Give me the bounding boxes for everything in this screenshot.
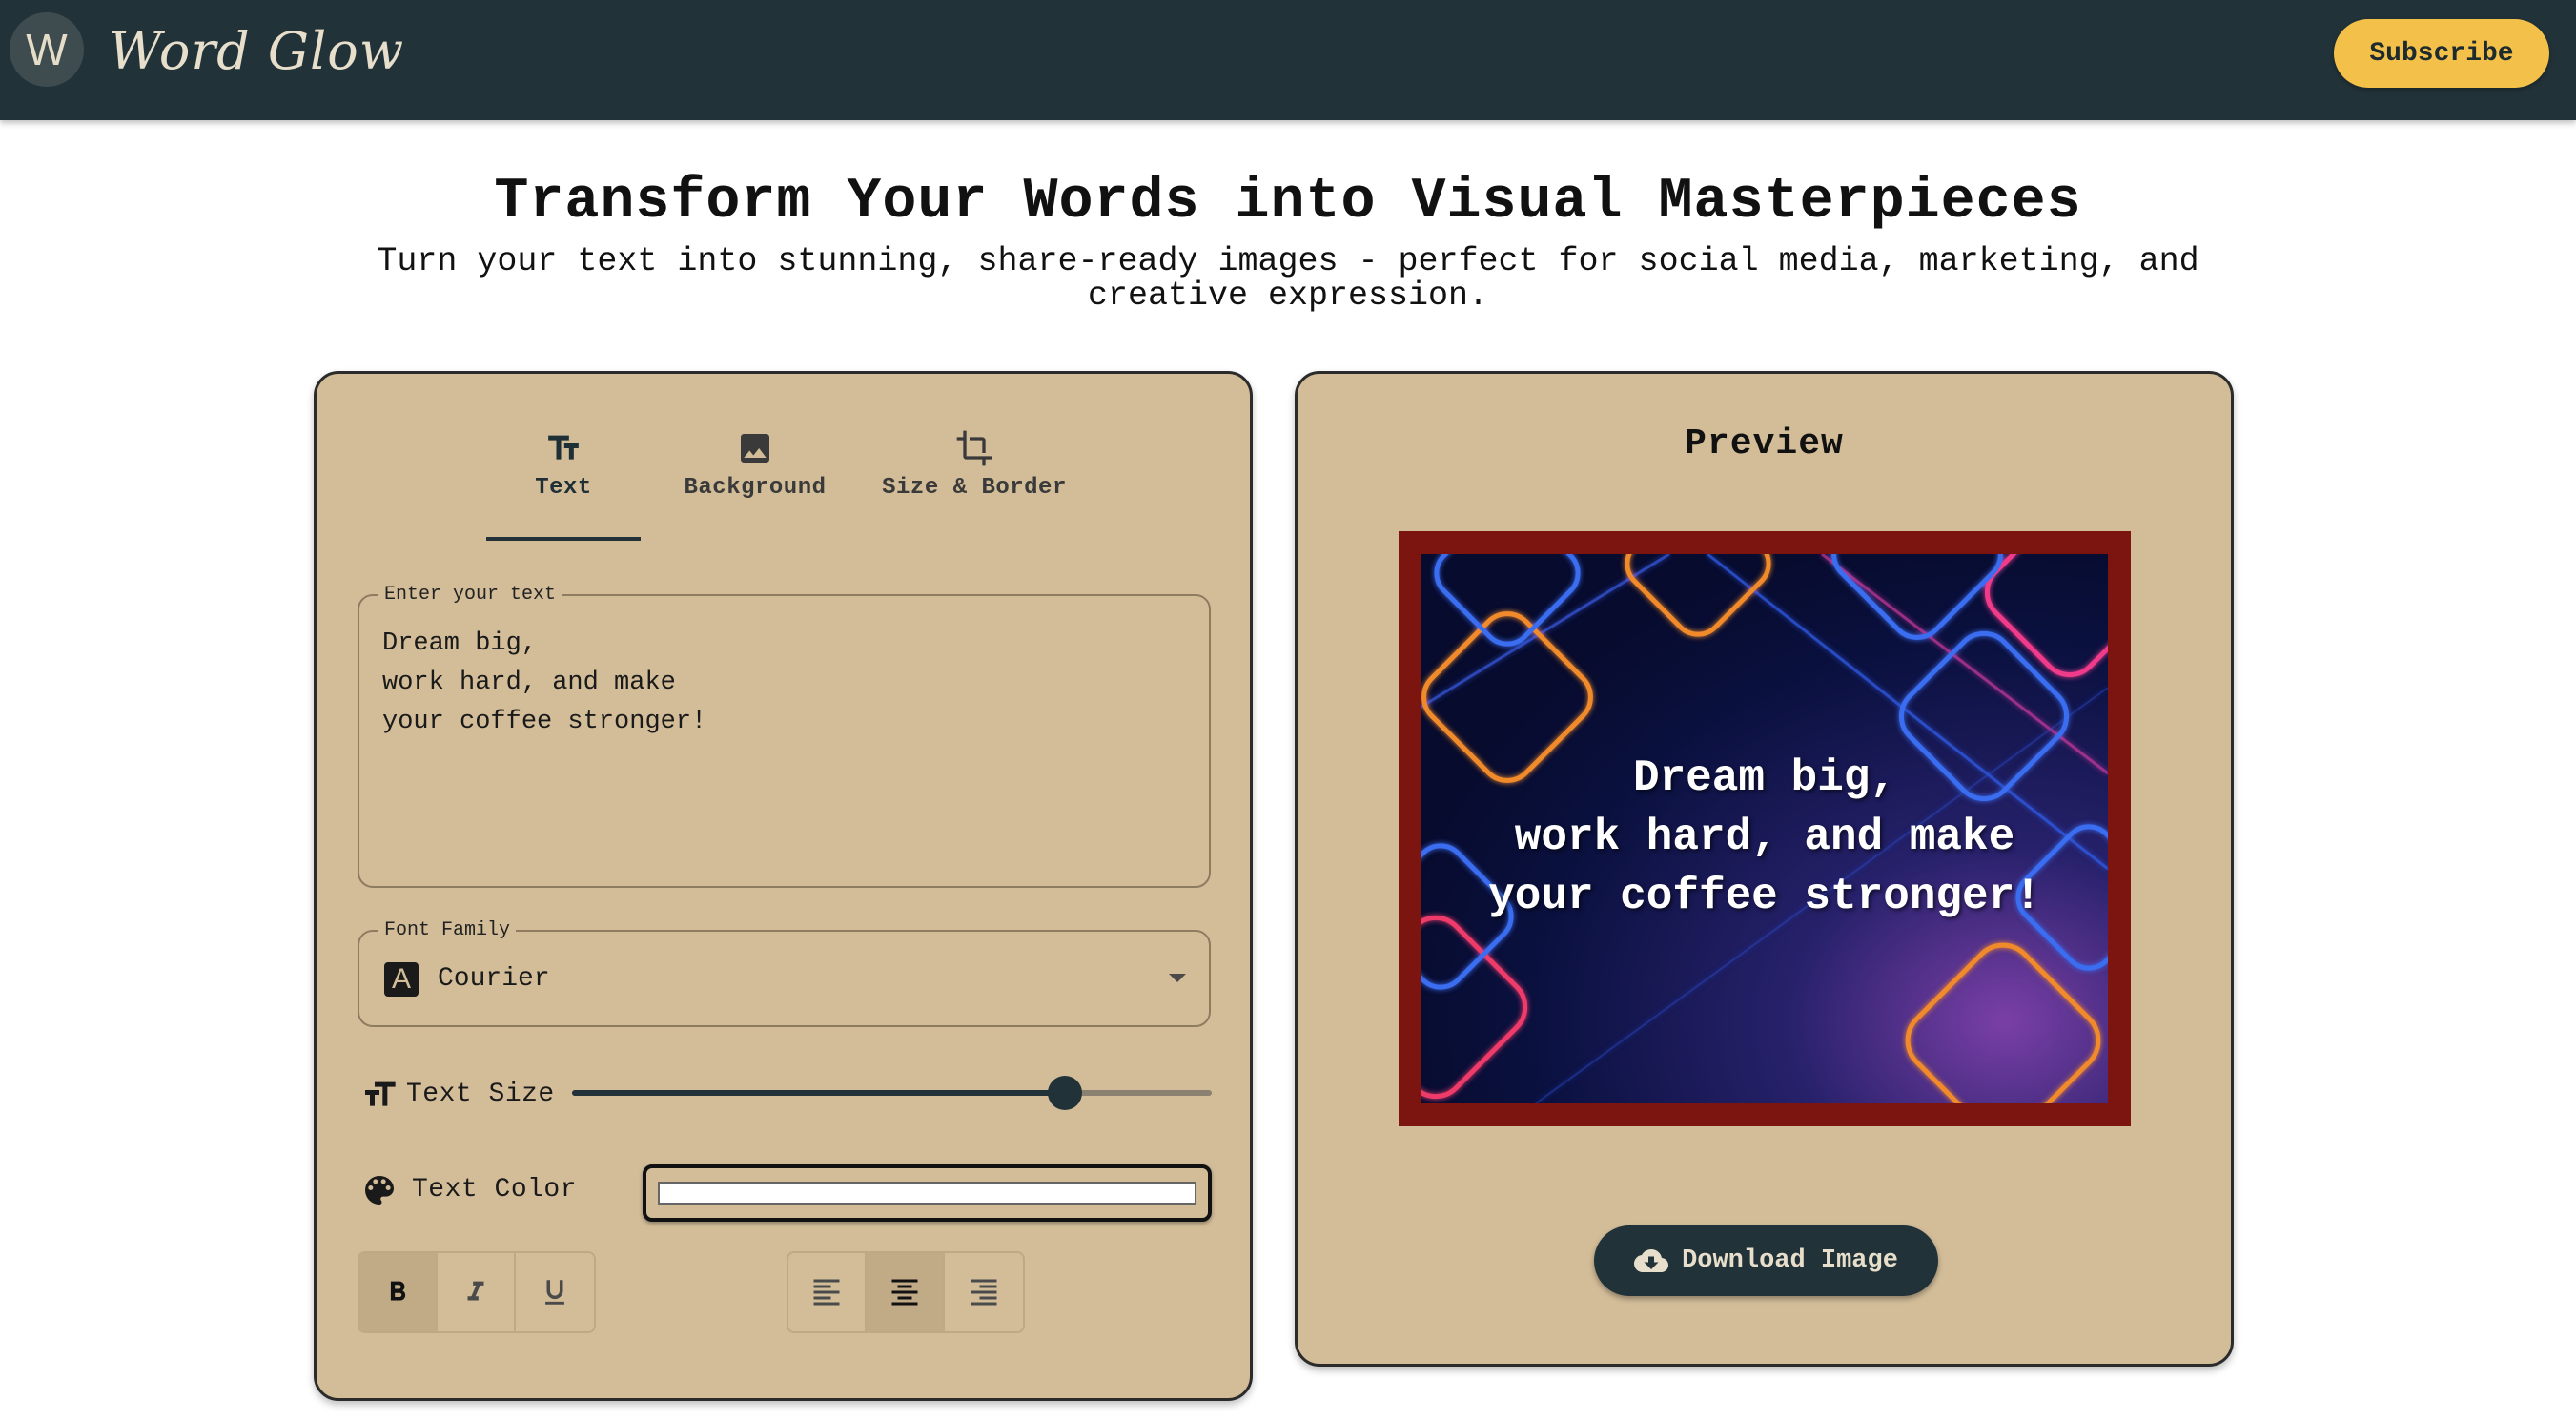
preview-image: Dream big, work hard, and make your coff… bbox=[1421, 554, 2108, 1103]
crop-icon bbox=[860, 429, 1089, 467]
tab-background-label: Background bbox=[684, 475, 827, 501]
subscribe-button[interactable]: Subscribe bbox=[2334, 19, 2549, 88]
font-family-label: Font Family bbox=[378, 919, 517, 941]
text-input-value[interactable]: Dream big, work hard, and make your coff… bbox=[382, 625, 706, 742]
align-center-icon bbox=[891, 1279, 918, 1306]
text-size-slider-fill bbox=[572, 1090, 1065, 1096]
text-size-slider-thumb[interactable] bbox=[1047, 1076, 1082, 1110]
download-button-label: Download Image bbox=[1682, 1246, 1898, 1275]
palette-icon bbox=[360, 1171, 399, 1214]
font-icon: A bbox=[384, 962, 419, 997]
preview-panel: Preview Dream big, work hard, and make y… bbox=[1295, 371, 2234, 1367]
italic-icon bbox=[467, 1281, 484, 1301]
text-input[interactable]: Enter your text Dream big, work hard, an… bbox=[358, 584, 1211, 888]
text-fields-icon bbox=[486, 429, 641, 467]
tab-background[interactable]: Background bbox=[660, 429, 850, 528]
italic-button[interactable] bbox=[438, 1253, 516, 1331]
logo-avatar: W bbox=[10, 12, 84, 87]
font-family-value: Courier bbox=[438, 964, 550, 994]
preview-title: Preview bbox=[1685, 423, 1844, 464]
font-family-select[interactable]: Font Family A Courier bbox=[358, 919, 1211, 1027]
text-size-label: Text Size bbox=[406, 1080, 555, 1109]
cloud-download-icon bbox=[1634, 1249, 1669, 1272]
top-bar: W Word Glow Subscribe bbox=[0, 0, 2576, 120]
editor-panel: Text Background Size & Border Enter your… bbox=[314, 371, 1253, 1401]
underline-button[interactable] bbox=[516, 1253, 594, 1331]
align-center-button[interactable] bbox=[867, 1253, 945, 1331]
preview-quote-text: Dream big, work hard, and make your coff… bbox=[1488, 753, 2041, 921]
image-icon bbox=[660, 429, 850, 467]
tab-size-border-label: Size & Border bbox=[882, 475, 1067, 501]
align-right-icon bbox=[971, 1279, 997, 1306]
tab-text-label: Text bbox=[535, 475, 592, 501]
text-align-group bbox=[787, 1251, 1025, 1333]
tab-indicator bbox=[486, 537, 641, 541]
text-color-picker[interactable] bbox=[643, 1164, 1212, 1222]
preview-image-frame: Dream big, work hard, and make your coff… bbox=[1399, 531, 2131, 1126]
align-right-button[interactable] bbox=[945, 1253, 1023, 1331]
bold-icon bbox=[390, 1281, 406, 1301]
brand-name[interactable]: Word Glow bbox=[109, 21, 404, 81]
text-size-icon bbox=[360, 1076, 399, 1119]
page-subtitle: Turn your text into stunning, share-read… bbox=[377, 242, 2199, 315]
underline-icon bbox=[545, 1280, 564, 1305]
text-color-label: Text Color bbox=[412, 1175, 578, 1205]
text-color-swatch bbox=[658, 1182, 1196, 1205]
align-left-button[interactable] bbox=[788, 1253, 867, 1331]
text-style-group bbox=[358, 1251, 596, 1333]
bold-button[interactable] bbox=[359, 1253, 438, 1331]
tab-text[interactable]: Text bbox=[486, 429, 641, 528]
page-title: Transform Your Words into Visual Masterp… bbox=[494, 170, 2082, 235]
download-button[interactable]: Download Image bbox=[1594, 1225, 1938, 1296]
align-left-icon bbox=[813, 1279, 840, 1306]
chevron-down-icon[interactable] bbox=[1169, 974, 1186, 982]
tab-size-border[interactable]: Size & Border bbox=[860, 429, 1089, 528]
text-size-slider[interactable] bbox=[572, 1076, 1212, 1110]
text-input-label: Enter your text bbox=[378, 584, 562, 606]
